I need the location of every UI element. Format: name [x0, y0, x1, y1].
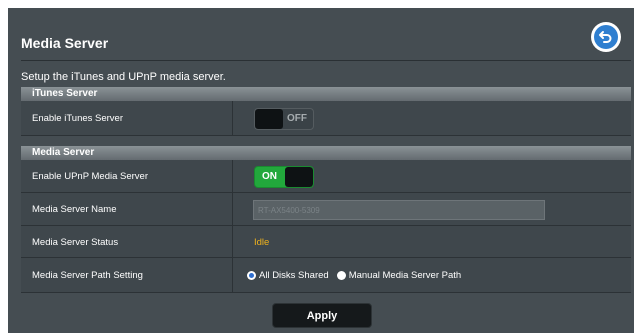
manual-path-label: Manual Media Server Path	[348, 270, 462, 281]
server-name-label: Media Server Name	[32, 204, 117, 215]
row-divider	[232, 101, 233, 135]
server-status-label: Media Server Status	[32, 237, 119, 248]
toggle-state-text: OFF	[287, 113, 307, 124]
toggle-knob	[285, 167, 313, 187]
upnp-enable-row: Enable UPnP Media Server ON	[21, 160, 631, 193]
upnp-enable-label: Enable UPnP Media Server	[32, 171, 148, 182]
all-disks-shared-label: All Disks Shared	[259, 270, 329, 281]
page-title: Media Server	[21, 35, 109, 51]
row-divider	[232, 160, 233, 192]
row-divider	[232, 193, 233, 225]
media-server-panel: Media Server Setup the iTunes and UPnP m…	[8, 8, 634, 333]
upnp-server-toggle[interactable]: ON	[254, 166, 314, 188]
itunes-enable-label: Enable iTunes Server	[32, 113, 124, 124]
row-divider	[232, 226, 233, 257]
page-description: Setup the iTunes and UPnP media server.	[21, 71, 226, 83]
radio-button[interactable]	[336, 271, 346, 280]
toggle-state-text: ON	[262, 171, 277, 182]
row-divider	[232, 258, 233, 292]
path-radio-group: All Disks Shared Manual Media Server Pat…	[247, 270, 469, 281]
itunes-server-toggle[interactable]: OFF	[254, 108, 314, 130]
server-status-value: Idle	[254, 237, 270, 248]
apply-button[interactable]: Apply	[272, 303, 372, 328]
server-status-row: Media Server Status Idle	[21, 226, 631, 258]
itunes-section-header: iTunes Server	[21, 87, 631, 101]
toggle-knob	[255, 109, 283, 129]
all-disks-shared-option[interactable]: All Disks Shared	[247, 270, 329, 281]
server-name-row: Media Server Name	[21, 193, 631, 226]
path-setting-label: Media Server Path Setting	[32, 270, 143, 281]
manual-path-option[interactable]: Manual Media Server Path	[336, 270, 462, 281]
media-section-header: Media Server	[21, 146, 631, 160]
radio-button-selected[interactable]	[247, 271, 256, 280]
back-arrow-icon	[594, 25, 618, 49]
itunes-enable-row: Enable iTunes Server OFF	[21, 101, 631, 136]
path-setting-row: Media Server Path Setting All Disks Shar…	[21, 258, 631, 293]
title-divider	[21, 60, 631, 61]
server-name-input[interactable]	[253, 200, 545, 220]
back-button[interactable]	[591, 22, 621, 52]
